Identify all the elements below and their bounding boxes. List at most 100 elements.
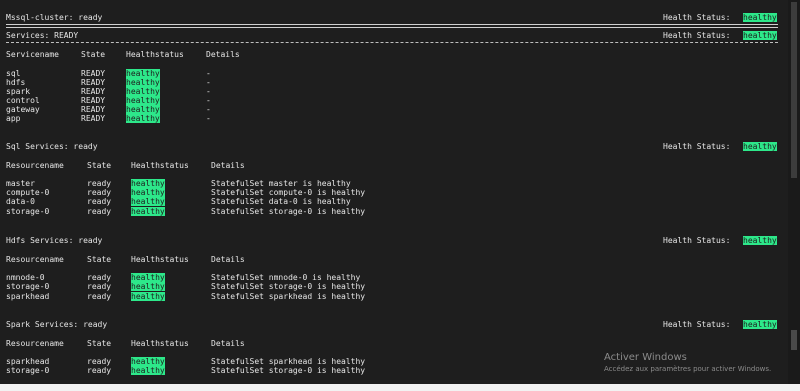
resource-health-badge: healthy (131, 366, 165, 375)
hdfs-header-details: Details (211, 255, 245, 264)
hdfs-header-state: State (87, 255, 112, 264)
sql-header-resource: Resourcename (6, 161, 64, 170)
service-name: control (6, 96, 40, 105)
spark-header-details: Details (211, 339, 245, 348)
service-health-badge: healthy (126, 87, 160, 96)
resource-health-badge: healthy (131, 357, 165, 366)
spark-services-title: Spark Services: ready (6, 320, 108, 329)
service-details: - (206, 114, 211, 123)
resource-details: StatefulSet data-0 is healthy (211, 197, 351, 206)
services-header-details: Details (206, 50, 240, 59)
service-state: READY (81, 78, 106, 87)
service-health-badge: healthy (126, 96, 160, 105)
terminal-output: Mssql-cluster: ready Health Status: heal… (0, 0, 788, 384)
resource-state: ready (87, 292, 112, 301)
sql-health-label: Health Status: (663, 142, 731, 151)
resource-details: StatefulSet compute-0 is healthy (211, 188, 366, 197)
resource-state: ready (87, 357, 112, 366)
service-state: READY (81, 105, 106, 114)
resource-name: sparkhead (6, 357, 50, 366)
hdfs-services-title: Hdfs Services: ready (6, 236, 103, 245)
resource-health-badge: healthy (131, 282, 165, 291)
resource-details: StatefulSet sparkhead is healthy (211, 357, 366, 366)
services-title: Services: READY (6, 31, 79, 40)
service-details: - (206, 78, 211, 87)
resource-health-badge: healthy (131, 179, 165, 188)
resource-health-badge: healthy (131, 197, 165, 206)
service-state: READY (81, 96, 106, 105)
service-details: - (206, 105, 211, 114)
windows-activation-watermark: Activer Windows Accédez aux paramètres p… (604, 352, 771, 373)
service-state: READY (81, 114, 106, 123)
resource-details: StatefulSet storage-0 is healthy (211, 282, 366, 291)
resource-name: sparkhead (6, 292, 50, 301)
scrollbar-thumb-lower[interactable] (791, 330, 797, 350)
resource-health-badge: healthy (131, 292, 165, 301)
sql-services-title: Sql Services: ready (6, 142, 98, 151)
watermark-subtitle: Accédez aux paramètres pour activer Wind… (604, 365, 772, 373)
resource-state: ready (87, 188, 112, 197)
cluster-health-label: Health Status: (663, 13, 731, 22)
hdfs-health-label: Health Status: (663, 236, 731, 245)
service-name: spark (6, 87, 31, 96)
hdfs-header-health: Healthstatus (131, 255, 189, 264)
hdfs-health-badge: healthy (743, 236, 777, 245)
resource-details: StatefulSet storage-0 is healthy (211, 207, 366, 216)
resource-name: compute-0 (6, 188, 50, 197)
resource-name: data-0 (6, 197, 35, 206)
resource-state: ready (87, 366, 112, 375)
spark-header-health: Healthstatus (131, 339, 189, 348)
service-state: READY (81, 69, 106, 78)
hdfs-header-resource: Resourcename (6, 255, 64, 264)
resource-details: StatefulSet storage-0 is healthy (211, 366, 366, 375)
resource-name: storage-0 (6, 282, 50, 291)
status-bar (0, 384, 800, 391)
sql-header-state: State (87, 161, 112, 170)
service-details: - (206, 96, 211, 105)
resource-state: ready (87, 207, 112, 216)
resource-health-badge: healthy (131, 207, 165, 216)
resource-state: ready (87, 197, 112, 206)
services-health-badge: healthy (743, 31, 777, 40)
service-details: - (206, 87, 211, 96)
services-header-health: Healthstatus (126, 50, 184, 59)
resource-name: storage-0 (6, 366, 50, 375)
service-health-badge: healthy (126, 114, 160, 123)
sql-header-details: Details (211, 161, 245, 170)
service-name: sql (6, 69, 21, 78)
sql-header-health: Healthstatus (131, 161, 189, 170)
resource-state: ready (87, 179, 112, 188)
spark-health-badge: healthy (743, 320, 777, 329)
resource-health-badge: healthy (131, 188, 165, 197)
service-name: hdfs (6, 78, 26, 87)
service-details: - (206, 69, 211, 78)
service-health-badge: healthy (126, 78, 160, 87)
scrollbar-thumb[interactable] (791, 2, 797, 178)
cluster-health-badge: healthy (743, 13, 777, 22)
resource-state: ready (87, 282, 112, 291)
cluster-status-label: Mssql-cluster: ready (6, 13, 103, 22)
resource-name: storage-0 (6, 207, 50, 216)
resource-details: StatefulSet nmnode-0 is healthy (211, 273, 361, 282)
services-rule (6, 42, 778, 43)
service-name: app (6, 114, 21, 123)
services-header-state: State (81, 50, 106, 59)
service-health-badge: healthy (126, 105, 160, 114)
spark-header-resource: Resourcename (6, 339, 64, 348)
services-header-name: Servicename (6, 50, 59, 59)
double-rule-bottom (6, 27, 778, 28)
sql-health-badge: healthy (743, 142, 777, 151)
double-rule-top (6, 24, 778, 25)
resource-state: ready (87, 273, 112, 282)
resource-health-badge: healthy (131, 273, 165, 282)
resource-details: StatefulSet sparkhead is healthy (211, 292, 366, 301)
service-name: gateway (6, 105, 40, 114)
services-health-label: Health Status: (663, 31, 731, 40)
resource-name: nmnode-0 (6, 273, 45, 282)
watermark-title: Activer Windows (604, 352, 687, 363)
service-health-badge: healthy (126, 69, 160, 78)
resource-name: master (6, 179, 35, 188)
resource-details: StatefulSet master is healthy (211, 179, 351, 188)
service-state: READY (81, 87, 106, 96)
spark-header-state: State (87, 339, 112, 348)
